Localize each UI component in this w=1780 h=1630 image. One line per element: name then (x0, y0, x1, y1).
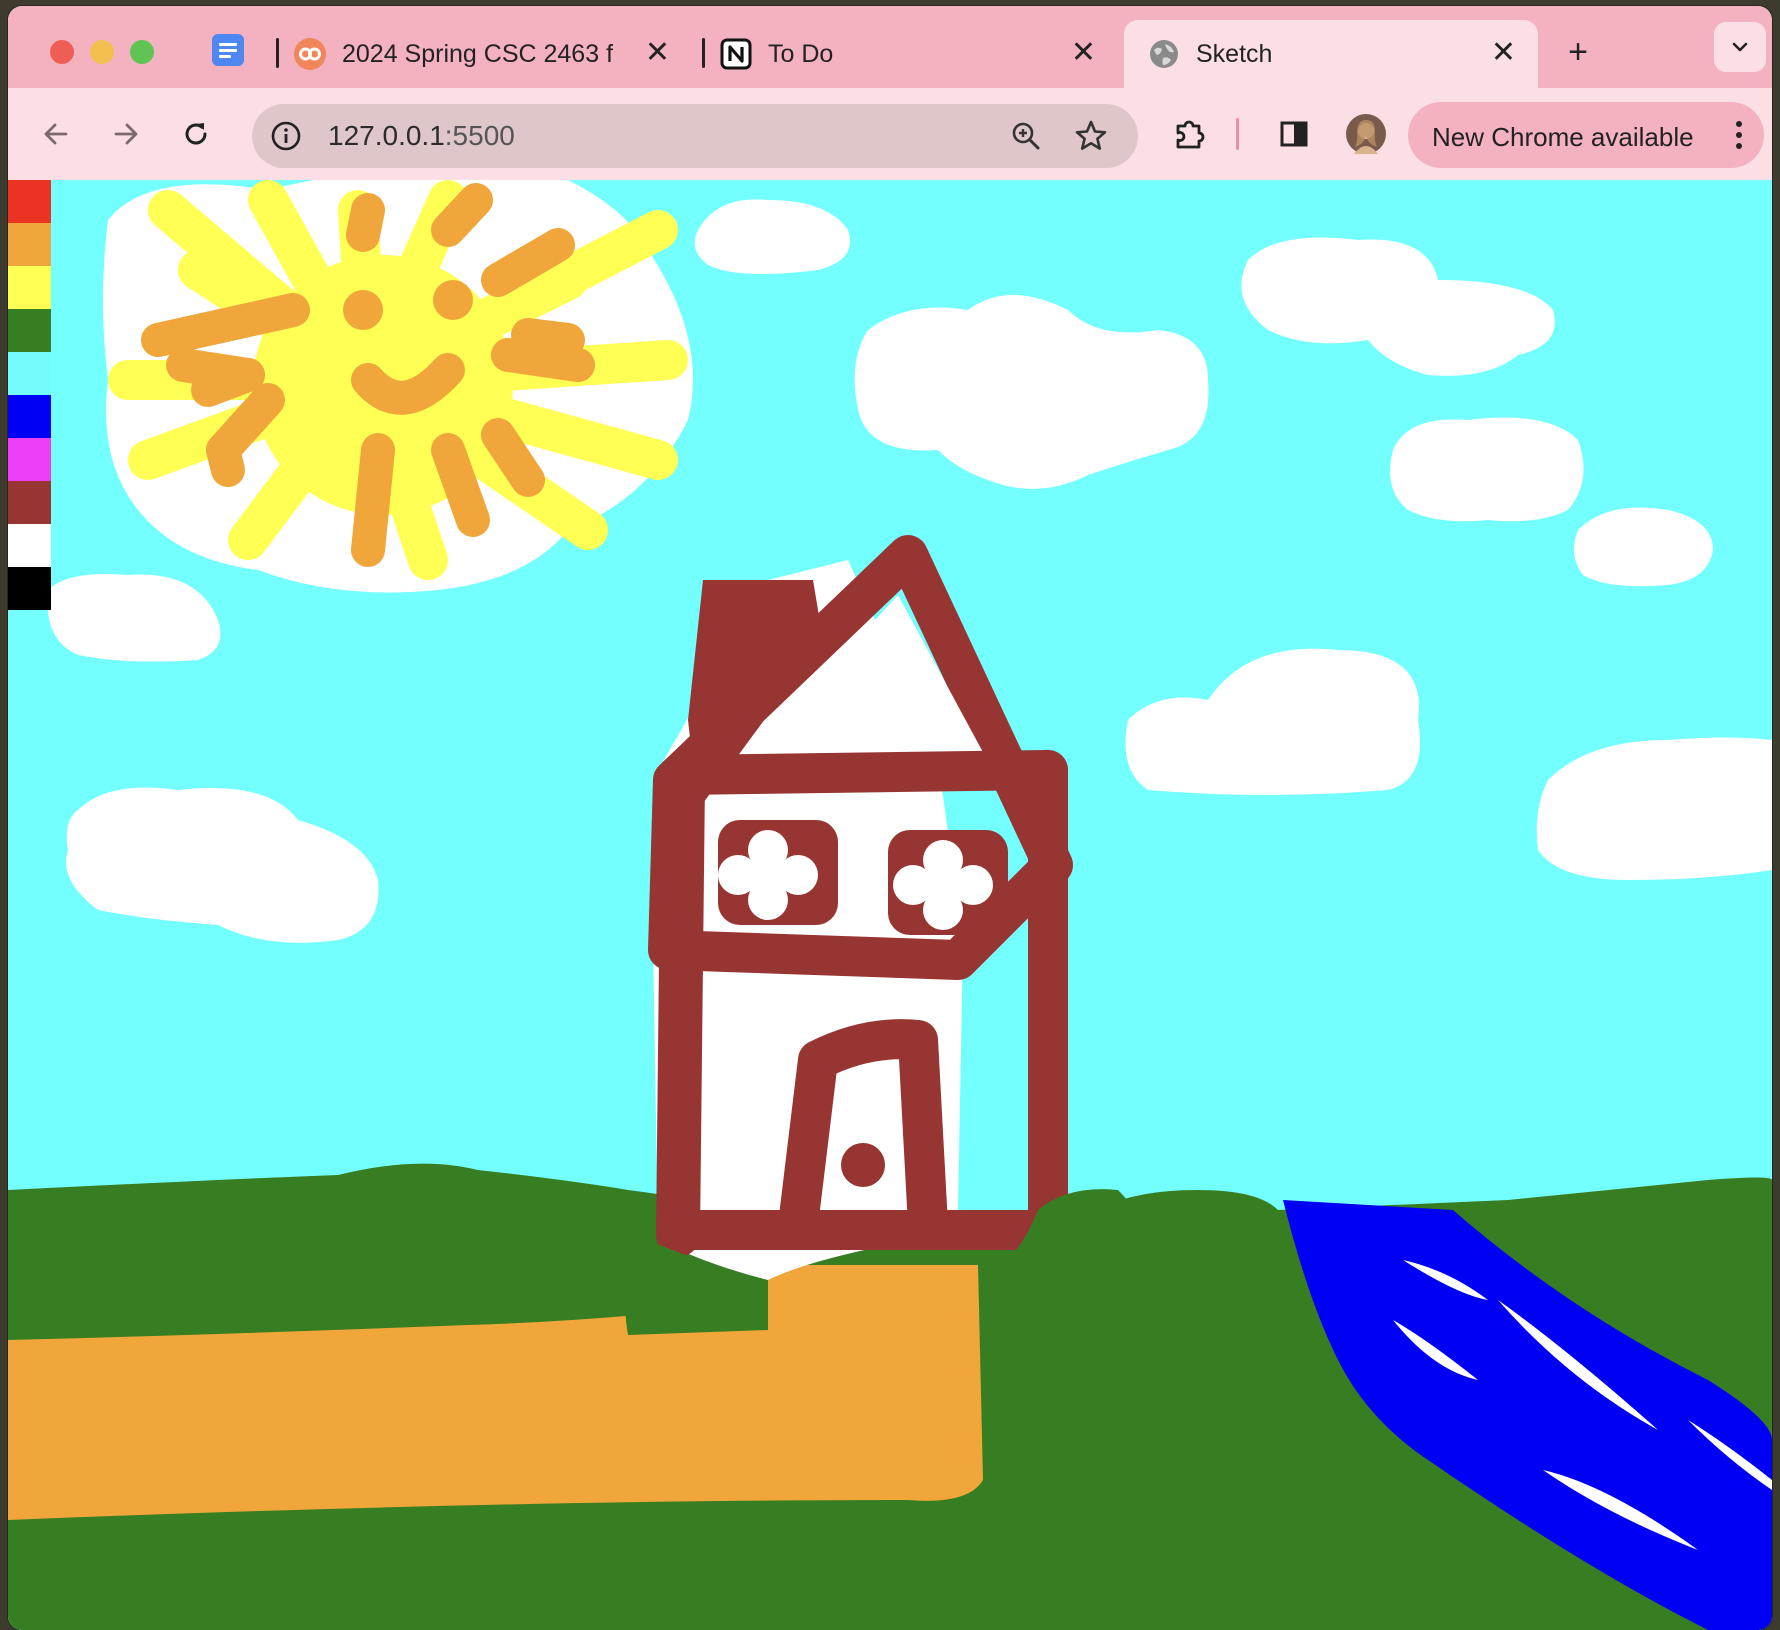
tab-title: Sketch (1196, 39, 1273, 68)
swatch-cyan[interactable] (8, 352, 51, 395)
forward-button[interactable] (104, 112, 148, 156)
tab-separator (702, 38, 705, 68)
minimize-window-button[interactable] (90, 40, 114, 64)
new-chrome-available-button[interactable]: New Chrome available (1408, 102, 1764, 168)
tab-title: 2024 Spring CSC 2463 f (342, 39, 614, 68)
chevron-down-icon (1732, 42, 1748, 52)
tab-sketch[interactable]: Sketch ✕ (1124, 20, 1538, 88)
new-tab-button[interactable]: + (1556, 30, 1600, 74)
tab-to-do[interactable]: To Do ✕ (720, 20, 1118, 88)
swatch-blue[interactable] (8, 395, 51, 438)
tab-csc-2463[interactable]: 2024 Spring CSC 2463 f ✕ (294, 20, 692, 88)
tab-strip: 2024 Spring CSC 2463 f ✕ To Do ✕ Sketch … (8, 6, 1772, 88)
update-chip-label: New Chrome available (1432, 122, 1694, 152)
close-window-button[interactable] (50, 40, 74, 64)
page-content (8, 180, 1772, 1630)
swatch-green[interactable] (8, 309, 51, 352)
address-bar[interactable]: 127.0.0.1:5500 (252, 104, 1138, 168)
pinned-tab-google-docs[interactable] (212, 34, 246, 68)
back-button[interactable] (34, 112, 78, 156)
color-palette (8, 180, 51, 610)
browser-window: 2024 Spring CSC 2463 f ✕ To Do ✕ Sketch … (8, 6, 1772, 1630)
google-docs-icon (212, 34, 244, 66)
tab-close-button[interactable]: ✕ (1071, 38, 1096, 68)
side-panel-button[interactable] (1272, 112, 1316, 156)
swatch-orange[interactable] (8, 223, 51, 266)
maximize-window-button[interactable] (130, 40, 154, 64)
globe-icon (1150, 40, 1178, 68)
cloud (1574, 507, 1713, 587)
toolbar-divider (1236, 118, 1239, 150)
reload-icon (185, 123, 207, 145)
reload-button[interactable] (174, 112, 218, 156)
swatch-magenta[interactable] (8, 438, 51, 481)
swatch-brown[interactable] (8, 481, 51, 524)
zoom-icon[interactable] (1010, 120, 1042, 152)
browser-toolbar: 127.0.0.1:5500 New Chrome available (8, 88, 1772, 181)
avatar (1346, 114, 1386, 154)
cloud (1390, 417, 1584, 522)
tab-separator (276, 38, 279, 68)
bookmark-star-icon[interactable] (1074, 119, 1108, 153)
extensions-button[interactable] (1168, 112, 1212, 156)
tab-close-button[interactable]: ✕ (645, 38, 670, 68)
tab-title: To Do (768, 39, 834, 68)
swatch-yellow[interactable] (8, 266, 51, 309)
tab-search-button[interactable] (1714, 22, 1766, 72)
orange-link-icon (294, 38, 326, 70)
profile-avatar[interactable] (1340, 108, 1392, 160)
tab-close-button[interactable]: ✕ (1491, 38, 1516, 68)
more-vertical-icon (1736, 121, 1742, 149)
swatch-red[interactable] (8, 180, 51, 223)
info-icon[interactable] (270, 120, 302, 152)
url-port: :5500 (444, 120, 515, 151)
sketch-canvas[interactable] (8, 180, 1772, 1630)
puzzle-icon (1176, 120, 1205, 149)
url-text: 127.0.0.1:5500 (328, 120, 515, 152)
notion-icon (720, 38, 752, 70)
arrow-left-icon (44, 123, 68, 145)
swatch-black[interactable] (8, 567, 51, 610)
swatch-white[interactable] (8, 524, 51, 567)
side-panel-icon (1280, 121, 1308, 147)
url-host: 127.0.0.1 (328, 120, 445, 151)
arrow-right-icon (114, 123, 138, 145)
